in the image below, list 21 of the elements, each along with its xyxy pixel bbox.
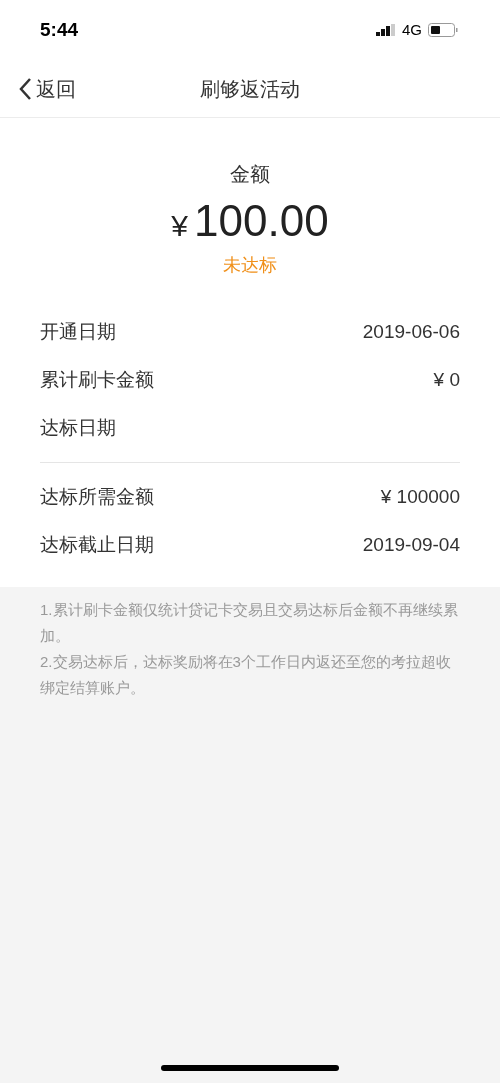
field-value: 2019-06-06: [362, 319, 460, 344]
note-text: 1.累计刷卡金额仅统计贷记卡交易且交易达标后金额不再继续累加。: [40, 600, 459, 646]
status-label: 未达标: [223, 254, 277, 277]
field-label: 达标截止日期: [40, 532, 154, 557]
page-title: 刷够返活动: [200, 76, 300, 102]
signal-icon: [376, 24, 396, 36]
back-button[interactable]: 返回: [0, 73, 76, 104]
status-time: 5:44: [40, 17, 79, 42]
network-label: 4G: [402, 19, 422, 40]
field-value: ¥ 100000: [380, 484, 460, 509]
note-text: 2.交易达标后，达标奖励将在3个工作日内返还至您的考拉超收绑定结算账户。: [40, 652, 452, 698]
field-label: 达标所需金额: [40, 484, 154, 509]
chevron-left-icon: [18, 76, 32, 101]
field-label: 累计刷卡金额: [40, 367, 154, 392]
battery-icon: [428, 23, 458, 37]
amount-value: ¥100.00: [171, 196, 329, 247]
field-label: 开通日期: [40, 319, 116, 344]
field-value: ¥ 0: [433, 367, 460, 392]
field-value: 2019-09-04: [362, 532, 460, 557]
amount-label: 金额: [230, 162, 270, 187]
field-label: 达标日期: [40, 415, 116, 440]
